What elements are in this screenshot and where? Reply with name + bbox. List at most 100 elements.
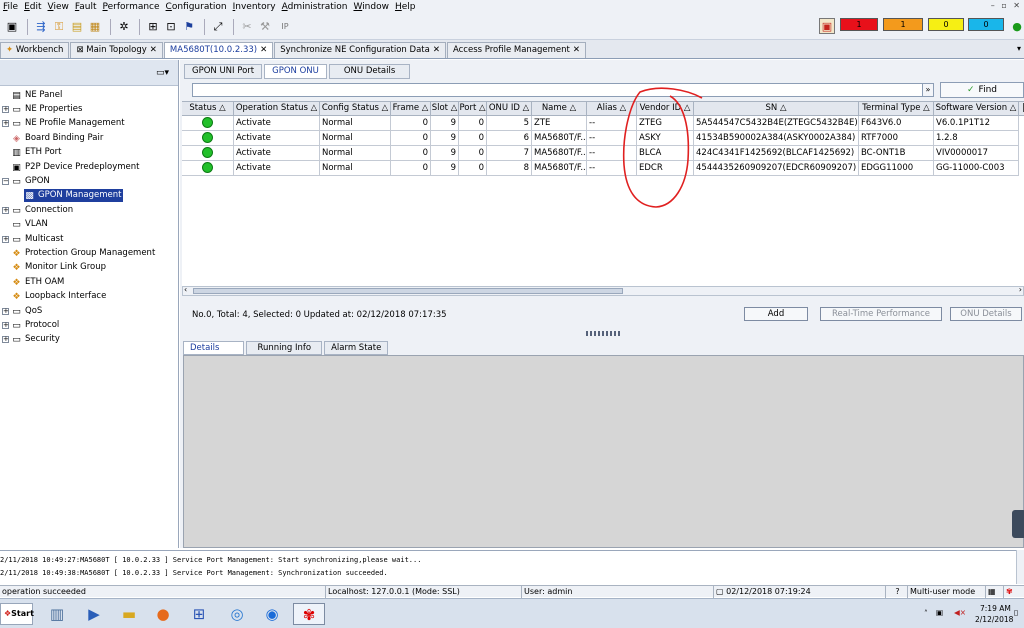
tree-item-protocol[interactable]: + ▭ Protocol xyxy=(2,319,59,332)
menu-help[interactable]: Help xyxy=(392,0,419,14)
gear-icon[interactable]: ✲ xyxy=(116,19,132,35)
tree-item-gpon[interactable]: − ▭ GPON xyxy=(2,175,50,188)
tools-icon[interactable]: ✂ xyxy=(239,19,255,35)
internet-explorer-icon[interactable]: ◎ xyxy=(225,603,249,625)
collapse-icon[interactable]: − xyxy=(2,178,9,185)
tree-item-ne-profile-management[interactable]: + ▭ NE Profile Management xyxy=(2,117,125,130)
column-header-config-status[interactable]: Config Status △ xyxy=(320,101,391,116)
close-icon[interactable]: ✕ xyxy=(150,45,157,55)
tree-item-board-binding-pair[interactable]: ◈ Board Binding Pair xyxy=(11,132,103,145)
window-controls[interactable]: – ▫ ✕ xyxy=(991,1,1022,10)
tree-item-loopback-interface[interactable]: ❖ Loopback Interface xyxy=(11,290,106,303)
scroll-left-icon[interactable]: ‹ xyxy=(184,285,187,294)
tree-item-protection-group[interactable]: ❖ Protection Group Management xyxy=(11,247,155,260)
tab-main-topology[interactable]: ⊠ Main Topology ✕ xyxy=(70,42,163,58)
powershell-icon[interactable]: ▶ xyxy=(82,603,106,625)
tree-item-eth-oam[interactable]: ❖ ETH OAM xyxy=(11,276,64,289)
clock-date[interactable]: 2/12/2018 xyxy=(975,615,1013,624)
notifications-icon[interactable]: ▯ xyxy=(1014,608,1018,617)
menu-administration[interactable]: Administration xyxy=(279,0,351,14)
menu-edit[interactable]: Edit xyxy=(21,0,44,14)
tab-list-dropdown-icon[interactable]: ▾ xyxy=(1017,44,1021,53)
network-icon[interactable]: ⊞ xyxy=(187,603,211,625)
splitter-handle[interactable] xyxy=(586,331,622,336)
menu-performance[interactable]: Performance xyxy=(100,0,163,14)
filter-options-icon[interactable]: » xyxy=(922,83,934,97)
tree-item-gpon-management[interactable]: ▩ GPON Management xyxy=(24,189,124,202)
link-icon[interactable]: ⤢ xyxy=(210,19,226,35)
column-header-slot[interactable]: Slot △ xyxy=(431,101,459,116)
tab-alarm-state[interactable]: Alarm State xyxy=(324,341,389,355)
tab-onu-details[interactable]: ONU Details xyxy=(328,64,411,79)
status-ok-icon[interactable]: ● xyxy=(1009,18,1024,34)
tree-item-vlan[interactable]: ▭ VLAN xyxy=(11,218,48,231)
add-button[interactable]: Add xyxy=(744,307,808,321)
column-header-name[interactable]: Name △ xyxy=(532,101,587,116)
tree-item-security[interactable]: + ▭ Security xyxy=(2,333,60,346)
realtime-performance-button[interactable]: Real-Time Performance xyxy=(820,307,942,321)
column-header-operation-status[interactable]: Operation Status △ xyxy=(234,101,320,116)
filter-input[interactable] xyxy=(192,83,927,97)
warning-alarm-count[interactable]: 0 xyxy=(968,18,1004,31)
column-header-software-version[interactable]: Software Version △ xyxy=(934,101,1019,116)
tree-item-ne-panel[interactable]: ▤ NE Panel xyxy=(11,89,62,102)
menu-file[interactable]: File xyxy=(0,0,21,14)
tree-item-qos[interactable]: + ▭ QoS xyxy=(2,305,42,318)
server-manager-icon[interactable]: ▥ xyxy=(45,603,69,625)
column-header-vendor-id[interactable]: Vendor ID △ xyxy=(637,101,694,116)
expand-icon[interactable]: + xyxy=(2,120,9,127)
tree-item-connection[interactable]: + ▭ Connection xyxy=(2,204,73,217)
tab-running-info[interactable]: Running Info xyxy=(246,341,323,355)
scroll-thumb[interactable] xyxy=(193,288,623,294)
menu-configuration[interactable]: Configuration xyxy=(163,0,230,14)
tree-item-monitor-link-group[interactable]: ❖ Monitor Link Group xyxy=(11,261,106,274)
menu-window[interactable]: Window xyxy=(350,0,392,14)
alarm-view-icon[interactable]: ⚑ xyxy=(181,19,197,35)
expand-icon[interactable]: + xyxy=(2,207,9,214)
wrench-icon[interactable]: ⚒ xyxy=(257,19,273,35)
column-header-status[interactable]: Status △ xyxy=(182,101,234,116)
column-header-sn[interactable]: SN △ xyxy=(694,101,859,116)
tab-synchronize-ne[interactable]: Synchronize NE Configuration Data ✕ xyxy=(274,42,446,58)
column-header-frame[interactable]: Frame △ xyxy=(391,101,431,116)
scroll-right-icon[interactable]: › xyxy=(1019,285,1022,294)
show-hidden-icon[interactable]: ˄ xyxy=(924,609,928,618)
volume-muted-icon[interactable]: ◀× xyxy=(954,608,966,617)
menu-view[interactable]: View xyxy=(45,0,72,14)
column-header-onu-id[interactable]: ONU ID △ xyxy=(487,101,532,116)
status-help-cell[interactable]: ? xyxy=(886,586,908,598)
close-icon[interactable]: ✕ xyxy=(573,45,580,55)
menu-fault[interactable]: Fault xyxy=(72,0,100,14)
lock-icon[interactable]: ▤ xyxy=(69,19,85,35)
tree-item-eth-port[interactable]: ▥ ETH Port xyxy=(11,146,61,159)
onu-details-button[interactable]: ONU Details xyxy=(950,307,1022,321)
topology-icon[interactable]: ⇶ xyxy=(33,19,49,35)
new-window-icon[interactable]: ▣ xyxy=(4,19,20,35)
expand-icon[interactable]: + xyxy=(2,336,9,343)
close-icon[interactable]: ✕ xyxy=(260,45,267,55)
start-button[interactable]: ❖Start xyxy=(0,603,34,625)
minor-alarm-count[interactable]: 0 xyxy=(928,18,964,31)
critical-alarm-count[interactable]: 1 xyxy=(840,18,878,31)
find-icon[interactable]: ⊡ xyxy=(163,19,179,35)
panel-menu-icon[interactable]: ▭▾ xyxy=(156,68,169,78)
logout-icon[interactable]: ▦ xyxy=(87,19,103,35)
clock-time[interactable]: 7:19 AM xyxy=(980,604,1011,613)
network-status-icon[interactable]: ▣ xyxy=(936,608,943,617)
tree-item-p2p-device-predeployment[interactable]: ▣ P2P Device Predeployment xyxy=(11,161,139,174)
status-lock-icon[interactable]: ▦ xyxy=(986,586,1004,598)
find-button[interactable]: ✓ Find xyxy=(940,82,1024,98)
tab-workbench[interactable]: ✦ Workbench xyxy=(0,42,70,58)
ip-icon[interactable]: IP xyxy=(275,19,295,35)
firefox-icon[interactable]: ● xyxy=(151,603,175,625)
expand-icon[interactable]: + xyxy=(2,308,9,315)
close-icon[interactable]: ✕ xyxy=(433,45,440,55)
major-alarm-count[interactable]: 1 xyxy=(883,18,923,31)
file-explorer-icon[interactable]: ▬ xyxy=(117,603,141,625)
alarm-sound-icon[interactable]: ▣ xyxy=(819,18,835,34)
expand-icon[interactable]: + xyxy=(2,106,9,113)
key-icon[interactable]: ⚿ xyxy=(51,19,67,35)
column-header-terminal-type[interactable]: Terminal Type △ xyxy=(859,101,934,116)
column-header-port[interactable]: Port △ xyxy=(459,101,487,116)
search-ne-icon[interactable]: ⊞ xyxy=(145,19,161,35)
